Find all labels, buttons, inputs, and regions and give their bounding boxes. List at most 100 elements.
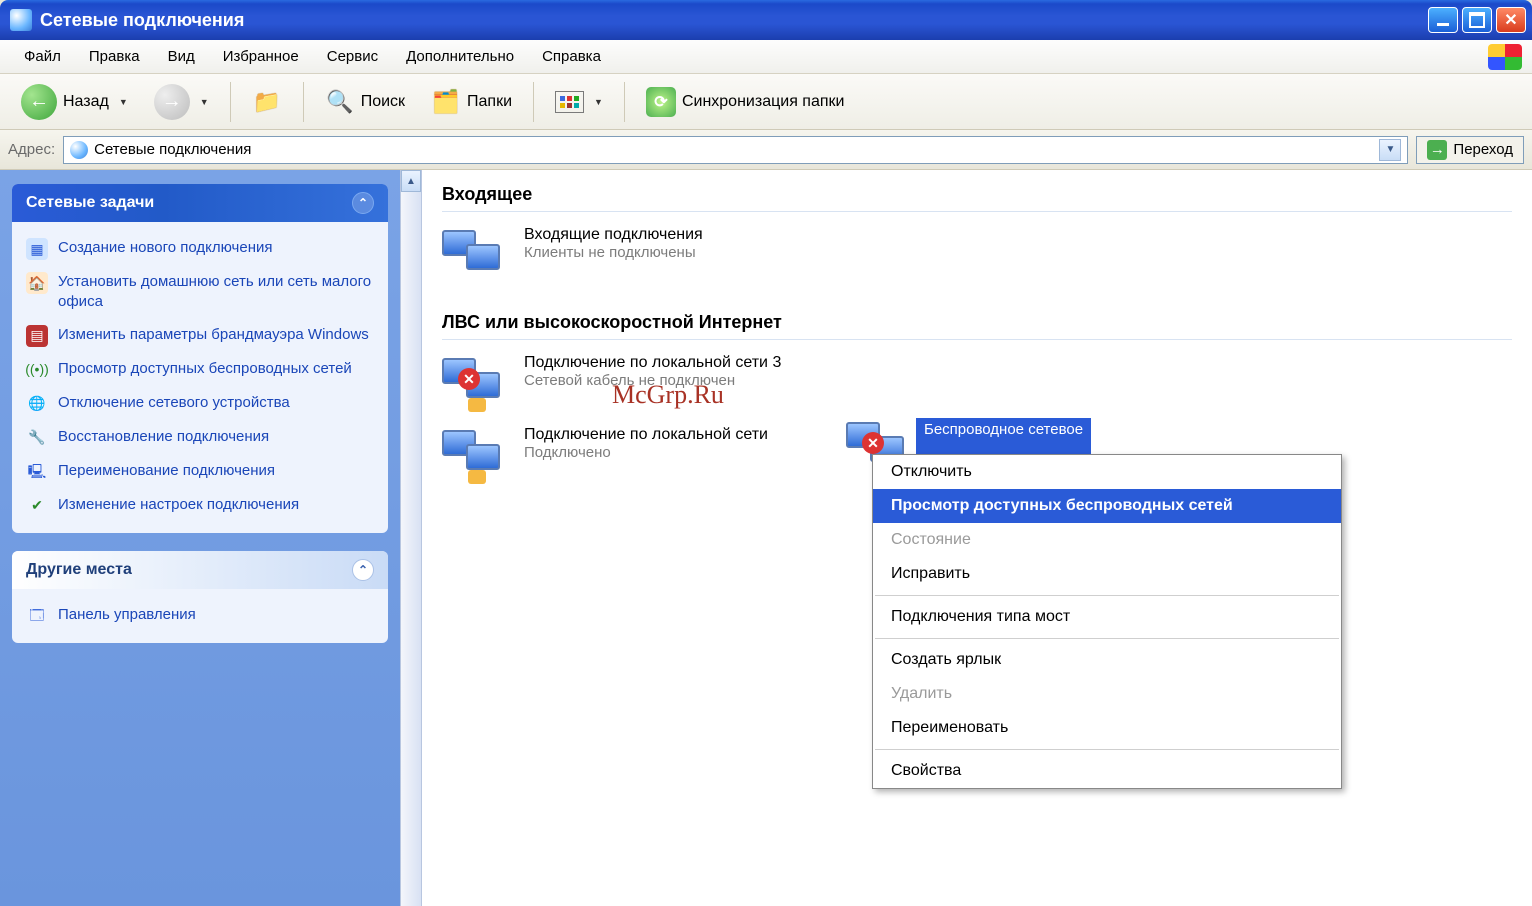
forward-dropdown-icon[interactable]: ▼ (200, 97, 209, 107)
ctx-rename[interactable]: Переименовать (873, 711, 1341, 745)
search-button[interactable]: 🔍 Поиск (314, 80, 416, 124)
panel-other-places: Другие места ⌃ 🗔Панель управления (12, 551, 388, 643)
back-button[interactable]: ← Назад ▼ (10, 80, 139, 124)
windows-flag-icon (1488, 44, 1522, 70)
panel-title-tasks: Сетевые задачи (26, 194, 154, 212)
task-setup-home[interactable]: 🏠Установить домашнюю сеть или сеть малог… (26, 266, 374, 319)
menu-tools[interactable]: Сервис (313, 44, 392, 69)
settings-icon: ✔ (26, 495, 48, 517)
views-button[interactable]: ▼ (544, 80, 614, 124)
window-title: Сетевые подключения (40, 10, 244, 31)
menu-advanced[interactable]: Дополнительно (392, 44, 528, 69)
addressbar: Адрес: Сетевые подключения ▼ → Переход (0, 130, 1532, 170)
views-dropdown-icon[interactable]: ▼ (594, 97, 603, 107)
go-button[interactable]: → Переход (1416, 136, 1524, 164)
toolbar-separator (533, 82, 534, 122)
incoming-sub: Клиенты не подключены (524, 244, 703, 261)
ctx-repair[interactable]: Исправить (873, 557, 1341, 591)
task-properties[interactable]: ✔Изменение настроек подключения (26, 489, 374, 523)
lan3-icon: ✕ (442, 354, 512, 410)
toolbar: ← Назад ▼ → ▼ 📁 🔍 Поиск 🗂️ Папки ▼ ⟳ Син… (0, 74, 1532, 130)
ctx-bridge[interactable]: Подключения типа мост (873, 600, 1341, 634)
task-repair[interactable]: 🔧Восстановление подключения (26, 421, 374, 455)
antenna-icon: ((•)) (26, 359, 48, 381)
task-disable-device[interactable]: 🌐 Отключение сетевого устройства (26, 387, 374, 421)
task-label: Отключение сетевого устройства (58, 393, 290, 413)
task-view-wireless[interactable]: ((•)) Просмотр доступных беспроводных сет… (26, 353, 374, 387)
toolbar-separator (303, 82, 304, 122)
menu-help[interactable]: Справка (528, 44, 615, 69)
scroll-up-icon[interactable]: ▲ (401, 170, 421, 192)
globe-x-icon: 🌐 (26, 393, 48, 415)
ctx-separator (875, 638, 1339, 639)
other-control-panel[interactable]: 🗔Панель управления (26, 599, 374, 633)
panel-header-tasks[interactable]: Сетевые задачи ⌃ (12, 184, 388, 222)
group-incoming-header: Входящее (442, 184, 1512, 212)
up-button[interactable]: 📁 (241, 80, 293, 124)
task-rename[interactable]: 🖳 Переименование подключения (26, 455, 374, 489)
sync-button[interactable]: ⟳ Синхронизация папки (635, 80, 856, 124)
home-icon: 🏠 (26, 272, 48, 294)
ctx-delete: Удалить (873, 677, 1341, 711)
control-panel-icon: 🗔 (26, 605, 48, 627)
menu-file[interactable]: Файл (10, 44, 75, 69)
ctx-status: Состояние (873, 523, 1341, 557)
folder-up-icon: 📁 (252, 87, 282, 117)
sidebar-scrollbar[interactable]: ▲ (400, 170, 422, 906)
menu-favorites[interactable]: Избранное (209, 44, 313, 69)
ctx-separator (875, 595, 1339, 596)
lan-icon (442, 426, 512, 482)
main: Сетевые задачи ⌃ ▦ Создание нового подклю… (0, 170, 1532, 906)
item-lan[interactable]: Подключение по локальной сети Подключено (442, 426, 802, 482)
close-button[interactable] (1496, 7, 1526, 33)
chevron-up-icon[interactable]: ⌃ (352, 192, 374, 214)
maximize-button[interactable] (1462, 7, 1492, 33)
incoming-icon (442, 226, 512, 282)
item-incoming-connections[interactable]: Входящие подключения Клиенты не подключе… (442, 226, 802, 282)
forward-button[interactable]: → ▼ (143, 80, 220, 124)
task-label: Создание нового подключения (58, 238, 272, 258)
panel-header-other[interactable]: Другие места ⌃ (12, 551, 388, 589)
magnifier-icon: 🔍 (325, 87, 355, 117)
incoming-title: Входящие подключения (524, 226, 703, 244)
panel-title-other: Другие места (26, 561, 132, 579)
folders-button[interactable]: 🗂️ Папки (420, 80, 523, 124)
folders-label: Папки (467, 93, 512, 111)
menu-view[interactable]: Вид (154, 44, 209, 69)
ctx-separator (875, 749, 1339, 750)
watermark-text: McGrp.Ru (612, 380, 724, 410)
app-icon (10, 9, 32, 31)
forward-arrow-icon: → (154, 84, 190, 120)
task-label: Изменить параметры брандмауэра Windows (58, 325, 369, 345)
wrench-icon: 🔧 (26, 427, 48, 449)
back-dropdown-icon[interactable]: ▼ (119, 97, 128, 107)
new-conn-icon: ▦ (26, 238, 48, 260)
task-firewall[interactable]: ▤Изменить параметры брандмауэра Windows (26, 319, 374, 353)
task-new-connection[interactable]: ▦ Создание нового подключения (26, 232, 374, 266)
content: Входящее Входящие подключения Клиенты не… (422, 170, 1532, 906)
titlebar: Сетевые подключения (0, 0, 1532, 40)
ctx-shortcut[interactable]: Создать ярлык (873, 643, 1341, 677)
ctx-disable[interactable]: Отключить (873, 455, 1341, 489)
address-field[interactable]: Сетевые подключения ▼ (63, 136, 1408, 164)
go-arrow-icon: → (1427, 140, 1447, 160)
panel-body-other: 🗔Панель управления (12, 589, 388, 643)
task-label: Переименование подключения (58, 461, 275, 481)
panel-network-tasks: Сетевые задачи ⌃ ▦ Создание нового подклю… (12, 184, 388, 533)
ctx-view-wireless[interactable]: Просмотр доступных беспроводных сетей (873, 489, 1341, 523)
toolbar-separator (230, 82, 231, 122)
ctx-properties[interactable]: Свойства (873, 754, 1341, 788)
sidebar: Сетевые задачи ⌃ ▦ Создание нового подклю… (0, 170, 400, 906)
sync-icon: ⟳ (646, 87, 676, 117)
sync-label: Синхронизация папки (682, 93, 845, 111)
address-label: Адрес: (8, 141, 55, 158)
menubar: Файл Правка Вид Избранное Сервис Дополни… (0, 40, 1532, 74)
task-label: Просмотр доступных беспроводных сетей (58, 359, 352, 379)
menu-edit[interactable]: Правка (75, 44, 154, 69)
folders-icon: 🗂️ (431, 87, 461, 117)
minimize-button[interactable] (1428, 7, 1458, 33)
rename-icon: 🖳 (26, 461, 48, 483)
chevron-up-icon[interactable]: ⌃ (352, 559, 374, 581)
address-dropdown-icon[interactable]: ▼ (1379, 139, 1401, 161)
lan-title: Подключение по локальной сети (524, 426, 768, 444)
